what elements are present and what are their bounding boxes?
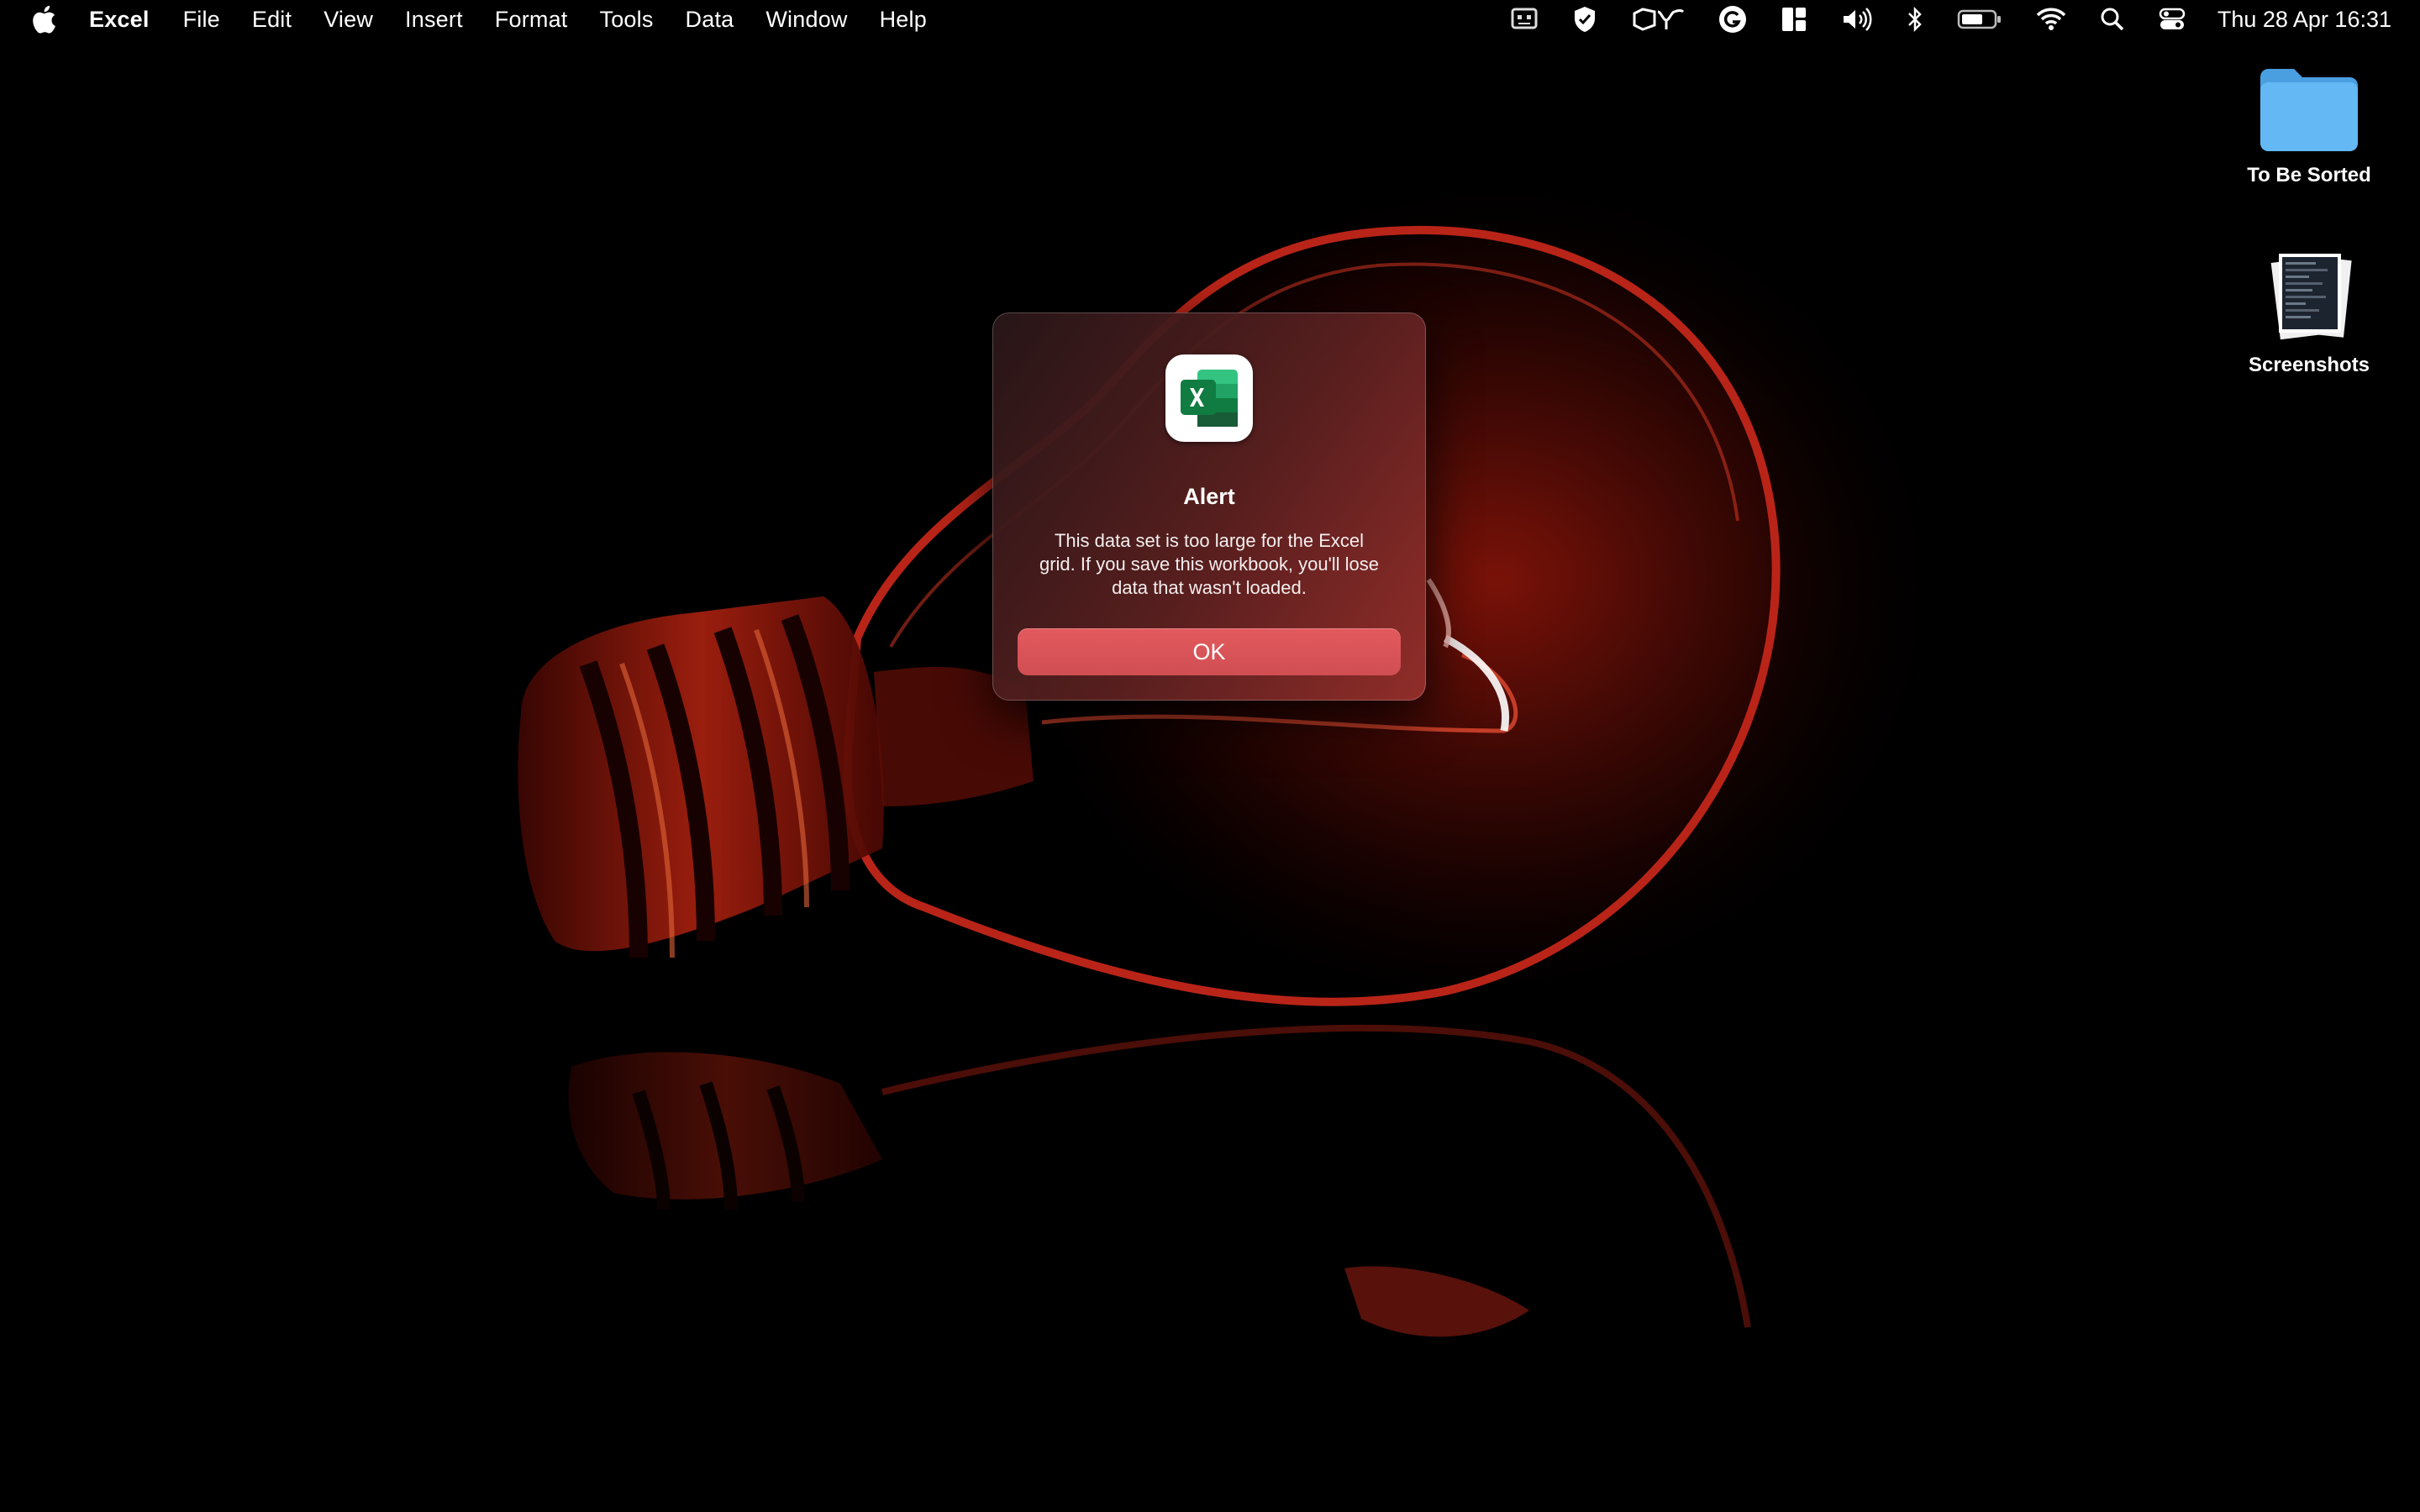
menu-bar-status-area: Thu 28 Apr 16:31 xyxy=(1476,0,2391,39)
control-center-icon[interactable] xyxy=(2159,4,2186,34)
menu-file[interactable]: File xyxy=(183,7,220,33)
menu-window[interactable]: Window xyxy=(765,7,847,33)
window-tiling-icon[interactable] xyxy=(1781,4,1807,34)
battery-icon[interactable] xyxy=(1957,4,2002,34)
wifi-icon[interactable] xyxy=(2036,4,2066,34)
vpn-shapes-icon[interactable] xyxy=(1631,4,1685,34)
wallpaper-lightbulb xyxy=(518,151,1966,1337)
desktop-icon-label: To Be Sorted xyxy=(2247,164,2371,186)
alert-dialog: Alert This data set is too large for the… xyxy=(992,312,1426,701)
grammarly-g-icon[interactable] xyxy=(1718,4,1747,34)
excel-app-icon xyxy=(1165,354,1253,442)
menu-format[interactable]: Format xyxy=(495,7,568,33)
dialog-message: This data set is too large for the Excel… xyxy=(1039,530,1380,598)
menu-bar: Excel File Edit View Insert Format Tools… xyxy=(0,0,2420,39)
menu-tools[interactable]: Tools xyxy=(600,7,654,33)
menu-bar-clock[interactable]: Thu 28 Apr 16:31 xyxy=(2217,7,2391,33)
shield-check-icon[interactable] xyxy=(1572,4,1597,34)
folder-icon xyxy=(2260,69,2358,151)
menu-app-excel[interactable]: Excel xyxy=(89,7,150,33)
apple-logo-icon[interactable] xyxy=(29,4,59,34)
dialog-title: Alert xyxy=(1183,484,1235,509)
robot-face-icon[interactable] xyxy=(1510,4,1539,34)
desktop-icon-label: Screenshots xyxy=(2248,354,2370,376)
spotlight-search-icon[interactable] xyxy=(2100,4,2125,34)
desktop-folder-screenshots[interactable]: Screenshots xyxy=(2208,249,2410,377)
menu-insert[interactable]: Insert xyxy=(405,7,463,33)
bluetooth-icon[interactable] xyxy=(1907,4,1923,34)
menu-view[interactable]: View xyxy=(324,7,373,33)
screenshots-stack-icon xyxy=(2270,254,2352,340)
ok-button[interactable]: OK xyxy=(1018,628,1401,675)
desktop-folder-to-be-sorted[interactable]: To Be Sorted xyxy=(2208,62,2410,187)
menu-help[interactable]: Help xyxy=(880,7,927,33)
menu-edit[interactable]: Edit xyxy=(252,7,292,33)
menu-data[interactable]: Data xyxy=(686,7,734,33)
menu-bar-left: Excel File Edit View Insert Format Tools… xyxy=(0,0,959,39)
desktop-screen: Excel File Edit View Insert Format Tools… xyxy=(0,0,2420,1512)
volume-icon[interactable] xyxy=(1841,4,1873,34)
